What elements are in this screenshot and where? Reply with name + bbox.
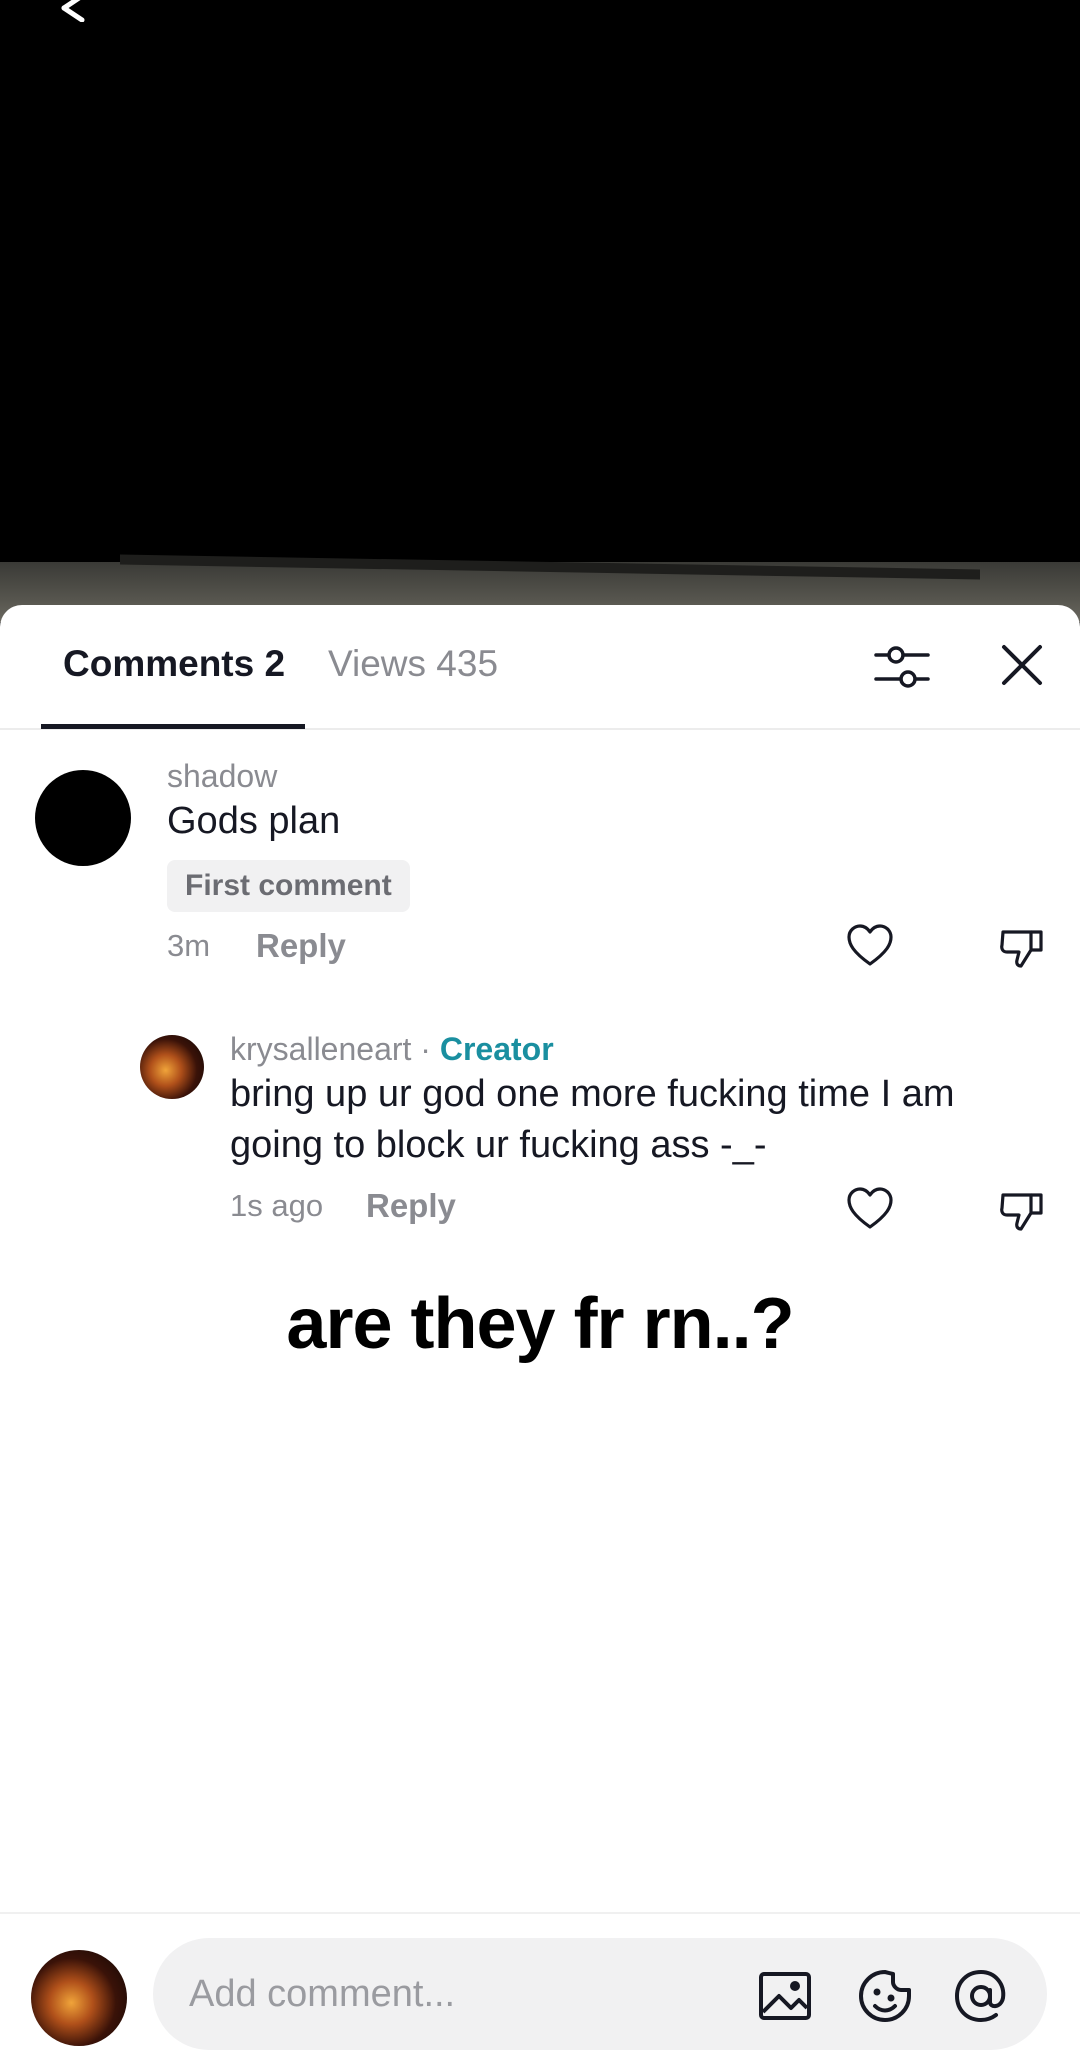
comment-timestamp: 3m — [167, 928, 211, 963]
comment-username-text[interactable]: krysalleneart — [230, 1031, 411, 1067]
heart-icon[interactable] — [845, 922, 895, 972]
overlay-caption: are they fr rn..? — [286, 1284, 794, 1364]
first-comment-badge: First comment — [167, 860, 410, 912]
comment-input[interactable] — [189, 1938, 729, 2050]
comment-username[interactable]: krysalleneart · Creator — [230, 1031, 554, 1068]
active-tab-indicator — [41, 724, 305, 729]
comment-timestamp: 1s ago — [230, 1188, 324, 1223]
comment-composer — [0, 1912, 1080, 2052]
reply-button[interactable]: Reply — [366, 1187, 456, 1225]
comment-text: Gods plan — [167, 800, 341, 842]
tab-comments[interactable]: Comments 2 — [63, 643, 285, 685]
comment-text: bring up ur god one more fucking time I … — [230, 1073, 955, 1166]
dislike-icon[interactable] — [997, 922, 1047, 972]
image-icon[interactable] — [757, 1968, 813, 2024]
heart-icon[interactable] — [845, 1185, 895, 1235]
dislike-icon[interactable] — [997, 1185, 1047, 1235]
creator-label: Creator — [439, 1031, 554, 1067]
reply-button[interactable]: Reply — [256, 927, 346, 965]
comments-header: Comments 2 Views 435 — [0, 605, 1080, 730]
back-arrow-icon[interactable] — [52, 0, 96, 22]
close-icon[interactable] — [994, 637, 1050, 693]
video-player[interactable] — [0, 0, 1080, 622]
emoji-icon[interactable] — [857, 1968, 913, 2024]
comments-sheet: Comments 2 Views 435 shadow Gods plan Fi… — [0, 605, 1080, 2052]
comment-username[interactable]: shadow — [167, 758, 277, 795]
avatar[interactable] — [140, 1035, 204, 1099]
comment-item: krysalleneart · Creator bring up ur god … — [0, 1015, 1080, 1255]
comment-item: shadow Gods plan First comment 3m Reply — [0, 750, 1080, 980]
avatar[interactable] — [35, 770, 131, 866]
tab-views[interactable]: Views 435 — [328, 643, 498, 685]
comment-input-container[interactable] — [153, 1938, 1047, 2050]
mention-icon[interactable] — [953, 1968, 1009, 2024]
separator: · — [411, 1031, 440, 1067]
current-user-avatar[interactable] — [31, 1950, 127, 2046]
filter-icon[interactable] — [872, 639, 932, 695]
